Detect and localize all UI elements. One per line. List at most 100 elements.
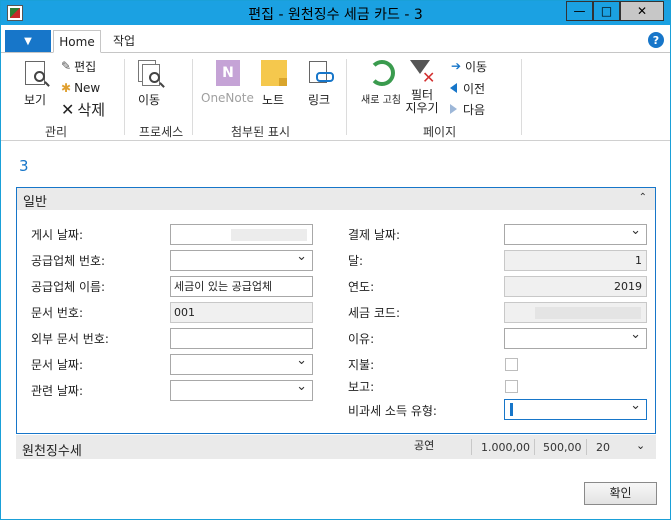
tax-code-field — [504, 302, 647, 323]
ribbon-separator — [346, 59, 347, 135]
month-field: 1 — [504, 250, 647, 271]
title-bar: 편집 - 원천징수 세금 카드 - 3 — □ ✕ — [1, 1, 670, 25]
reported-label: 보고: — [348, 380, 375, 394]
previous-label: 이전 — [463, 81, 486, 96]
group-label-attached: 첨부된 표시 — [231, 125, 291, 139]
onenote-button[interactable]: N OneNote — [201, 59, 254, 105]
arrow-right-icon: ➔ — [450, 59, 462, 73]
delete-label: 삭제 — [77, 100, 106, 119]
ok-button[interactable]: 확인 — [584, 482, 657, 505]
vendor-no-dropdown[interactable] — [170, 250, 313, 271]
notes-button[interactable]: 노트 — [259, 59, 287, 108]
posting-date-field[interactable] — [170, 224, 313, 245]
edit-label: 편집 — [74, 59, 97, 74]
chevron-up-icon[interactable]: ⌃ — [639, 192, 647, 203]
vendor-name-field[interactable]: 세금이 있는 공급업체 — [170, 276, 313, 297]
document-no-label: 문서 번호: — [31, 306, 84, 320]
view-button[interactable]: 보기 — [21, 59, 49, 108]
clear-filter-button[interactable]: ✕ 필터 지우기 — [405, 59, 439, 115]
summary-separator — [586, 439, 587, 455]
posting-date-label: 게시 날짜: — [31, 228, 84, 242]
next-label: 다음 — [463, 102, 486, 117]
tab-actions[interactable]: 작업 — [105, 30, 143, 53]
app-menu-button[interactable]: ▼ — [5, 30, 51, 52]
edit-button[interactable]: ✎ 편집 — [61, 57, 96, 75]
next-button[interactable]: 다음 — [450, 100, 485, 118]
links-label: 링크 — [307, 93, 331, 107]
goto-button[interactable]: ➔ 이동 — [450, 57, 487, 75]
clear-filter-icon: ✕ — [408, 59, 436, 87]
notes-label: 노트 — [261, 93, 285, 107]
document-date-label: 문서 날짜: — [31, 358, 84, 372]
dialog-window: 편집 - 원천징수 세금 카드 - 3 — □ ✕ ▼ Home 키 작업 ? … — [0, 0, 671, 520]
year-field: 2019 — [504, 276, 647, 297]
view-label: 보기 — [23, 93, 47, 107]
payment-date-dropdown[interactable] — [504, 224, 647, 245]
vendor-no-label: 공급업체 번호: — [31, 254, 106, 268]
help-icon[interactable]: ? — [648, 32, 664, 48]
withholding-value-1: 1.000,00 — [481, 441, 530, 454]
onenote-label: OneNote — [201, 91, 254, 105]
group-label-manage: 관리 — [45, 125, 68, 139]
close-button[interactable]: ✕ — [620, 1, 664, 21]
refresh-icon — [367, 59, 395, 87]
tax-code-label: 세금 코드: — [348, 306, 401, 320]
link-icon — [305, 59, 334, 87]
nontaxable-income-type-label: 비과세 소득 유형: — [348, 404, 437, 418]
refresh-button[interactable]: 새로 고침 — [359, 59, 403, 106]
goto-label: 이동 — [465, 59, 488, 74]
reported-checkbox[interactable] — [505, 380, 518, 393]
delete-button[interactable]: ✕ 삭제 — [61, 100, 106, 119]
external-doc-no-label: 외부 문서 번호: — [31, 332, 109, 346]
previous-button[interactable]: 이전 — [450, 79, 485, 97]
refresh-label: 새로 고침 — [361, 95, 401, 106]
reason-label: 이유: — [348, 332, 375, 346]
related-date-dropdown[interactable] — [170, 380, 313, 401]
withholding-tax-section[interactable]: 원천징수세 공연 1.000,00 500,00 20 ⌄ — [16, 435, 656, 459]
text-cursor — [510, 403, 513, 416]
new-button[interactable]: ✱ New — [61, 79, 100, 97]
general-section-title: 일반 — [23, 195, 47, 210]
group-label-process: 프로세스 — [139, 125, 184, 139]
navigate-icon — [135, 59, 163, 87]
record-number: 3 — [19, 157, 29, 175]
summary-separator — [534, 439, 535, 455]
chevron-down-icon[interactable]: ⌄ — [636, 439, 645, 452]
next-icon — [450, 104, 457, 114]
navigate-label: 이동 — [137, 93, 161, 107]
notes-icon — [259, 59, 287, 87]
view-icon — [21, 59, 49, 87]
summary-separator — [471, 439, 472, 455]
clear-filter-label-2: 지우기 — [405, 101, 439, 115]
withholding-tax-title: 원천징수세 — [22, 444, 82, 459]
ribbon: 보기 ✎ 편집 ✱ New ✕ 삭제 관리 이동 프로세스 N OneNote — [1, 53, 670, 141]
ribbon-tabs: ▼ Home 키 작업 ? — [1, 25, 670, 71]
vendor-name-label: 공급업체 이름: — [31, 280, 106, 294]
ribbon-separator — [521, 59, 522, 135]
ribbon-separator — [192, 59, 193, 135]
ribbon-separator — [124, 59, 125, 135]
month-label: 달: — [348, 254, 364, 268]
reason-dropdown[interactable] — [504, 328, 647, 349]
new-label: New — [74, 81, 101, 95]
document-date-dropdown[interactable] — [170, 354, 313, 375]
related-date-label: 관련 날짜: — [31, 384, 84, 398]
new-icon: ✱ — [61, 81, 72, 95]
paid-label: 지불: — [348, 358, 375, 372]
general-section: 일반 ⌃ 게시 날짜: 공급업체 번호: 공급업체 이름: 세금이 있는 공급업… — [16, 187, 656, 434]
general-section-header[interactable]: 일반 ⌃ — [17, 188, 655, 210]
nontaxable-income-type-dropdown[interactable] — [504, 399, 647, 420]
payment-date-label: 결제 날짜: — [348, 228, 401, 242]
paid-checkbox[interactable] — [505, 358, 518, 371]
minimize-button[interactable]: — — [566, 1, 593, 21]
document-no-field: 001 — [170, 302, 313, 323]
previous-icon — [450, 83, 457, 93]
links-button[interactable]: 링크 — [305, 59, 334, 108]
withholding-amount-label: 공연 — [414, 439, 435, 452]
tab-home[interactable]: Home 키 — [53, 30, 101, 71]
maximize-button[interactable]: □ — [593, 1, 620, 21]
external-doc-no-field[interactable] — [170, 328, 313, 349]
withholding-value-3: 20 — [596, 441, 610, 454]
navigate-button[interactable]: 이동 — [135, 59, 163, 108]
onenote-icon: N — [213, 59, 241, 87]
